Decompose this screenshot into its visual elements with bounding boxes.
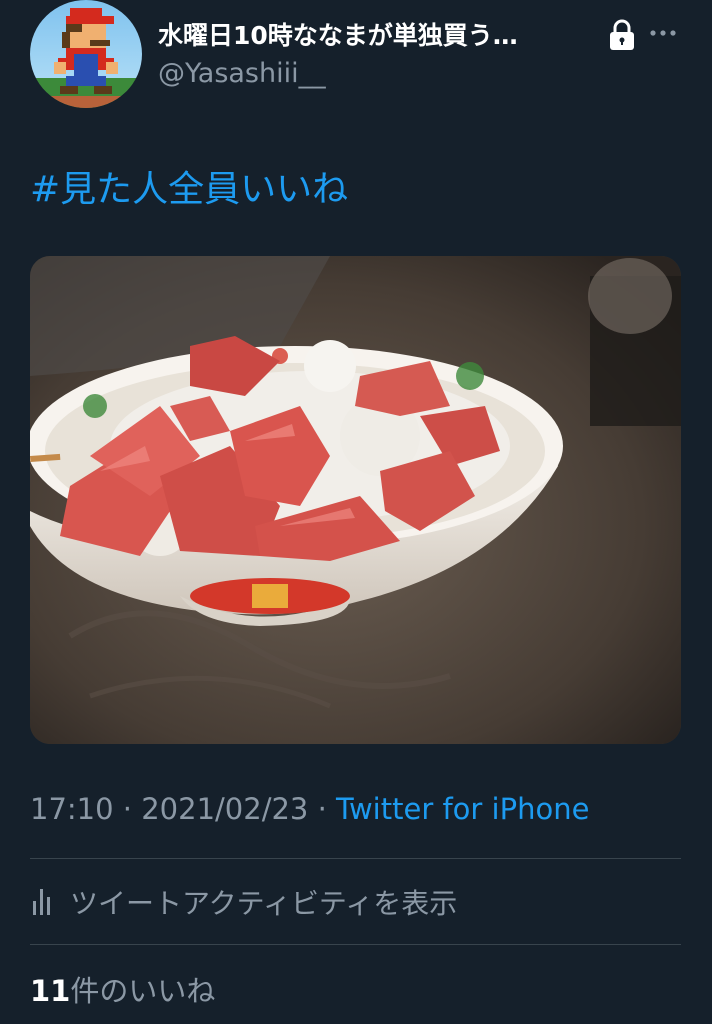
tweet-activity-button[interactable]: ツイートアクティビティを表示 [30,880,457,924]
tweet-date: 2021/02/23 [141,792,309,826]
meta-separator: · [113,792,142,826]
likes-label: 件のいいね [70,974,216,1008]
tweet-text-hashtag[interactable]: #見た人全員いいね [30,160,348,212]
tweet-detail: 水曜日10時ななまが単独買う… @Yasashiii__ #見た人全員いいね 1… [0,0,712,1024]
author-avatar[interactable] [30,0,142,108]
tweet-source-link[interactable]: Twitter for iPhone [336,792,589,826]
meta-separator: · [308,792,337,826]
likes-link[interactable]: 11件のいいね [30,968,215,1010]
tweet-photo[interactable] [30,256,681,744]
author-handle[interactable]: @Yasashiii__ [158,58,326,89]
divider [30,944,681,945]
pixel-mario-avatar-icon [30,8,142,108]
lock-icon [610,19,634,50]
bar-chart-icon [33,889,50,915]
tweet-time: 17:10 [30,792,114,826]
more-dots-icon[interactable] [648,24,678,42]
divider [30,858,681,859]
tweet-activity-label: ツイートアクティビティを表示 [70,887,458,920]
likes-count: 11 [30,974,71,1008]
tweet-meta: 17:10 · 2021/02/23 · Twitter for iPhone [30,792,589,826]
author-display-name[interactable]: 水曜日10時ななまが単独買う… [158,16,578,52]
tuna-rice-bowl-image [30,256,681,744]
